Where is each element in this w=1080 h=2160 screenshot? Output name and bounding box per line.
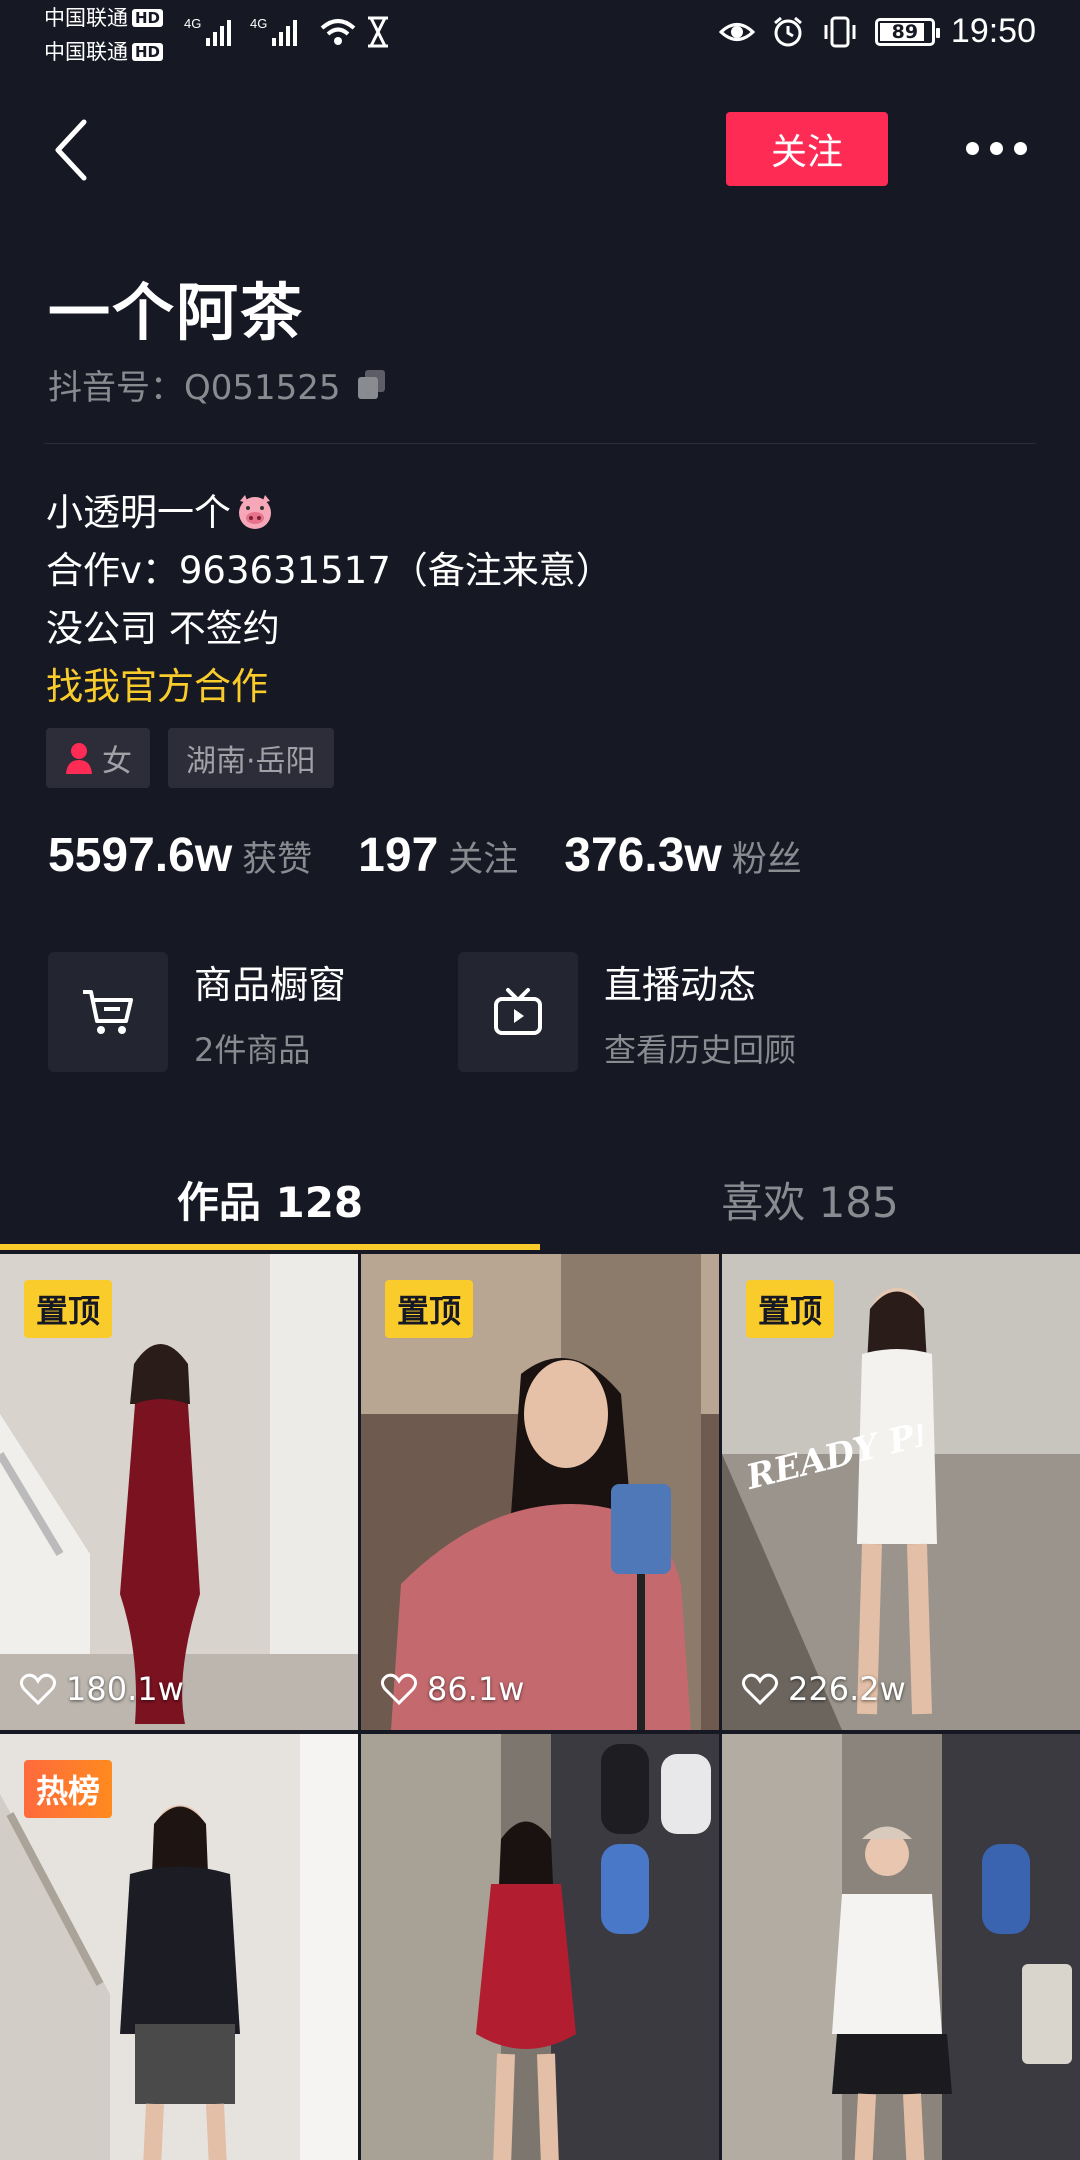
follow-button[interactable]: 关注 [726,112,888,186]
heart-icon [381,1673,417,1705]
gender-tag: 女 [46,728,150,788]
battery-percent: 89 [891,20,919,43]
likes-label: 获赞 [242,840,313,880]
official-cooperation-link[interactable]: 找我官方合作 [46,658,613,716]
douyin-id-row: 抖音号：Q051525 [48,360,389,409]
gender-label: 女 [102,744,132,779]
back-arrow-icon[interactable] [48,116,96,184]
pinned-badge: 置顶 [746,1280,835,1338]
wifi-icon [320,19,356,45]
svg-text:4G: 4G [250,16,267,31]
video-thumbnail[interactable]: 置顶 180.1w [0,1254,358,1730]
video-grid: 置顶 180.1w 置顶 86.1w 置顶 READY 226.2w 热榜 [0,1254,1080,2160]
status-bar: 中国联通 HD 中国联通 HD 4G 4G 89 19:50 [0,0,1080,72]
following-stat[interactable]: 197 关注 [358,828,518,883]
video-thumbnail[interactable]: 热榜 [0,1734,358,2160]
location-label: 湖南·岳阳 [186,744,316,779]
video-thumbnail[interactable] [722,1734,1080,2160]
likes-count: 5597.6w [48,829,233,882]
profile-name: 一个阿茶 [48,276,305,349]
profile-tags: 女 湖南·岳阳 [46,728,334,788]
location-tag: 湖南·岳阳 [168,728,334,788]
likes-stat: 5597.6w 获赞 [48,828,312,883]
overlay-text-graphic: READY PERFECTLY [742,1424,922,1498]
hd-badge: HD [132,43,164,61]
following-count: 197 [358,829,439,882]
live-card[interactable]: 直播动态 查看历史回顾 [458,952,796,1072]
divider [44,443,1036,444]
carrier-1: 中国联通 HD [44,6,164,30]
likes-count-label: 226.2w [788,1670,906,1708]
content-tabs: 作品 128 喜欢 185 [0,1148,1080,1250]
shop-window-title: 商品橱窗 [194,962,347,1007]
svg-text:READY PERFECTLY: READY PERFECTLY [742,1424,922,1498]
hourglass-icon [368,16,388,48]
trending-badge: 热榜 [24,1760,113,1818]
svg-text:4G: 4G [184,16,201,31]
carrier-1-label: 中国联通 [44,6,128,30]
clock: 19:50 [950,12,1036,50]
status-right: 89 19:50 [718,12,1036,51]
bio-line-3: 没公司 不签约 [46,607,280,650]
pig-face-icon [239,495,271,529]
hd-badge: HD [132,9,164,27]
video-thumbnail[interactable]: 置顶 86.1w [361,1254,719,1730]
tab-likes[interactable]: 喜欢 185 [540,1148,1080,1250]
likes-count-label: 86.1w [427,1670,525,1708]
video-thumbnail[interactable]: 置顶 READY PERFECTLY 226.2w [722,1254,1080,1730]
thumbnail-image [361,1734,719,2160]
thumbnail-image [722,1734,1080,2160]
cart-icon [48,952,168,1072]
bio-line-2: 合作v：963631517（备注来意） [46,549,613,592]
pinned-badge: 置顶 [24,1280,113,1338]
douyin-id: 抖音号：Q051525 [48,368,341,408]
shop-window-card[interactable]: 商品橱窗 2件商品 [48,952,346,1072]
female-icon [66,743,92,774]
followers-stat[interactable]: 376.3w 粉丝 [564,828,801,883]
heart-icon [742,1673,778,1705]
video-likes: 86.1w [381,1670,524,1708]
carrier-2: 中国联通 HD [44,40,164,64]
video-likes: 226.2w [742,1670,906,1708]
tab-works[interactable]: 作品 128 [0,1148,540,1250]
copy-icon[interactable] [355,368,389,402]
live-title: 直播动态 [604,962,757,1007]
shop-window-sub: 2件商品 [194,1030,311,1069]
stats-row: 5597.6w 获赞 197 关注 376.3w 粉丝 [48,828,848,883]
active-tab-indicator [0,1244,540,1250]
battery-icon: 89 [874,17,940,46]
signal-icons: 4G 4G [184,16,297,46]
more-options-icon[interactable] [966,142,1027,155]
following-label: 关注 [448,840,519,880]
vibrate-icon [824,16,856,47]
live-sub: 查看历史回顾 [604,1030,797,1069]
followers-count: 376.3w [564,829,722,882]
eye-icon [718,22,755,41]
bio: 小透明一个 合作v：963631517（备注来意） 没公司 不签约 找我官方合作 [46,484,613,716]
likes-count-label: 180.1w [66,1670,184,1708]
tv-play-icon [458,952,578,1072]
video-thumbnail[interactable] [361,1734,719,2160]
heart-icon [20,1673,56,1705]
alarm-icon [773,16,802,46]
feature-cards: 商品橱窗 2件商品 直播动态 查看历史回顾 [48,952,1032,1072]
bio-line-1: 小透明一个 [46,484,613,542]
carrier-2-label: 中国联通 [44,40,128,64]
pinned-badge: 置顶 [385,1280,474,1338]
video-likes: 180.1w [20,1670,184,1708]
followers-label: 粉丝 [731,840,802,880]
